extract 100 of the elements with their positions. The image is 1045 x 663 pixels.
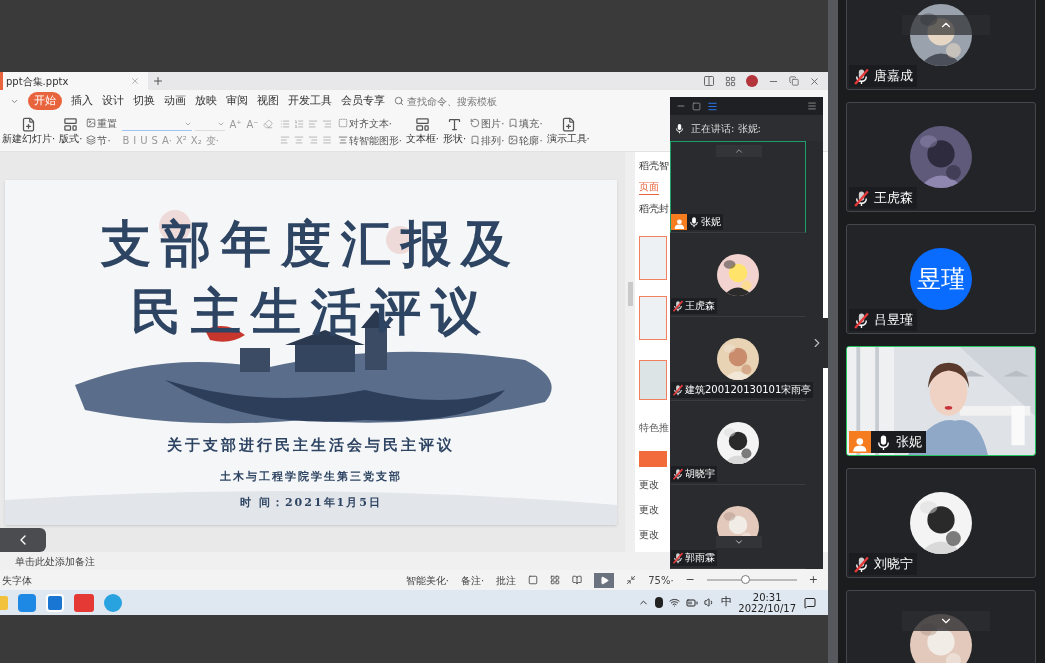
- status-button[interactable]: 备注·: [460, 572, 485, 588]
- image-icon: [86, 118, 97, 128]
- mic-icon[interactable]: [688, 216, 700, 228]
- status-text: 失字体: [1, 573, 32, 588]
- notes-placeholder[interactable]: 单击此处添加备注: [15, 553, 95, 569]
- new-tab-icon[interactable]: [152, 75, 164, 87]
- scrollbar[interactable]: [828, 0, 838, 663]
- eraser-icon[interactable]: [262, 119, 273, 129]
- list-view-icon[interactable]: [707, 100, 718, 112]
- zoom-level[interactable]: 75%·: [648, 572, 674, 588]
- muted-mic-icon[interactable]: [672, 300, 684, 312]
- toolbar-button[interactable]: 图片·: [470, 115, 505, 131]
- scroll-down-button[interactable]: [716, 536, 762, 548]
- zoom-out-button[interactable]: −: [685, 573, 695, 587]
- participant-name: 张妮: [896, 433, 923, 451]
- toolbar-button[interactable]: 版式·: [57, 112, 85, 150]
- toolbar-button[interactable]: 排列·: [470, 132, 505, 148]
- wps-app-icon[interactable]: [74, 593, 94, 612]
- template-thumbnail[interactable]: [639, 236, 667, 280]
- status-button[interactable]: 智能美化·: [405, 572, 449, 588]
- toolbar-button[interactable]: 演示工具·: [544, 112, 592, 150]
- command-search[interactable]: 查找命令、搜索模板: [394, 93, 497, 109]
- menu-tab[interactable]: 设计: [102, 92, 124, 110]
- muted-mic-icon[interactable]: [853, 311, 870, 329]
- input-method[interactable]: 中: [721, 594, 733, 611]
- cloud-app-icon[interactable]: [18, 593, 36, 612]
- sorter-view-icon[interactable]: [550, 575, 561, 585]
- menu-tab[interactable]: 切换: [133, 92, 155, 110]
- zoom-in-button[interactable]: +: [808, 573, 818, 587]
- zoom-thumb[interactable]: [740, 575, 750, 584]
- muted-mic-icon[interactable]: [853, 189, 870, 207]
- menu-tab[interactable]: 审阅: [226, 92, 248, 110]
- panel-row[interactable]: 更改: [639, 477, 659, 492]
- participant-tile[interactable]: 刘晓宁: [846, 468, 1036, 578]
- section-title: 稻壳封: [639, 202, 669, 216]
- menu-tab[interactable]: 视图: [257, 92, 279, 110]
- wifi-icon[interactable]: [669, 597, 681, 608]
- panel-tab[interactable]: 页面: [639, 179, 659, 195]
- muted-mic-icon[interactable]: [853, 555, 870, 573]
- toolbar-button[interactable]: 对齐文本·: [337, 115, 402, 131]
- clock[interactable]: 20:31 2022/10/17: [738, 591, 796, 614]
- reading-view-icon[interactable]: [572, 575, 583, 585]
- battery-icon[interactable]: [686, 596, 699, 609]
- window-icon[interactable]: [692, 101, 701, 111]
- user-avatar[interactable]: [746, 75, 758, 87]
- menu-tab[interactable]: 开发工具: [288, 92, 332, 110]
- mic-icon[interactable]: [875, 433, 892, 451]
- panel-row[interactable]: 更改: [639, 527, 659, 542]
- menu-tab[interactable]: 插入: [71, 92, 93, 110]
- meeting-app-icon[interactable]: [104, 593, 122, 612]
- search-icon: [394, 96, 404, 106]
- window-layout-icon[interactable]: [703, 75, 715, 87]
- muted-mic-icon[interactable]: [672, 552, 684, 564]
- shield-app-icon[interactable]: [46, 593, 64, 612]
- menu-icon[interactable]: [807, 101, 817, 111]
- layout-icon: [414, 117, 430, 132]
- participant-name: 刘晓宁: [874, 555, 914, 573]
- play-button[interactable]: [594, 572, 615, 588]
- restore-icon[interactable]: [789, 76, 799, 86]
- toolbar-button[interactable]: 文本框·: [403, 112, 441, 150]
- muted-mic-icon[interactable]: [672, 384, 684, 396]
- previous-button[interactable]: [0, 528, 46, 552]
- toolbar-button[interactable]: 转智能图形·: [337, 132, 402, 148]
- template-thumbnail[interactable]: [639, 296, 667, 340]
- new-slide-icon: [21, 117, 37, 132]
- normal-view-icon[interactable]: [528, 575, 539, 585]
- slide-date: 时 间：2021年1月5日: [240, 495, 382, 511]
- fit-icon[interactable]: [626, 575, 637, 585]
- participant-tile[interactable]: 唐嘉成: [846, 0, 1036, 90]
- participant-tile[interactable]: 王虎森: [846, 102, 1036, 212]
- layers-icon: [86, 135, 97, 145]
- toolbar-button[interactable]: 新建幻灯片·: [0, 112, 58, 150]
- status-button[interactable]: 批注: [496, 572, 517, 588]
- toolbar-button[interactable]: 节·: [86, 132, 118, 148]
- toolbar-button[interactable]: 重置: [86, 115, 118, 131]
- panel-row[interactable]: 更改: [639, 502, 659, 517]
- file-tab[interactable]: ppt合集.pptx: [0, 72, 148, 90]
- menu-tab[interactable]: 会员专享: [341, 92, 385, 110]
- close-icon[interactable]: [130, 76, 140, 86]
- muted-mic-icon[interactable]: [853, 67, 870, 85]
- notification-icon[interactable]: [804, 596, 816, 609]
- participant-tile[interactable]: 张妮: [670, 141, 806, 233]
- play-icon: [599, 575, 609, 585]
- close-icon[interactable]: [809, 75, 820, 87]
- mic-icon[interactable]: [674, 122, 685, 134]
- align-icon: [337, 135, 348, 145]
- participant-tile[interactable]: 张妮: [846, 346, 1036, 456]
- toolbar-button[interactable]: 形状·: [441, 112, 469, 150]
- muted-mic-icon[interactable]: [672, 468, 684, 480]
- toolbar-button[interactable]: 轮廓·: [508, 132, 543, 148]
- participant-tile[interactable]: 昱瑾 吕昱瑾: [846, 224, 1036, 334]
- layout-icon: [63, 117, 79, 132]
- scrollbar-thumb[interactable]: [627, 282, 633, 306]
- toolbar-button[interactable]: 填充·: [508, 115, 543, 131]
- menu-tab[interactable]: 动画: [164, 92, 186, 110]
- template-thumbnail[interactable]: [639, 360, 667, 400]
- scroll-up-button[interactable]: [902, 15, 990, 35]
- menu-tab[interactable]: 放映: [195, 92, 217, 110]
- apps-icon[interactable]: [725, 75, 736, 87]
- participant-name: 张妮: [701, 215, 722, 229]
